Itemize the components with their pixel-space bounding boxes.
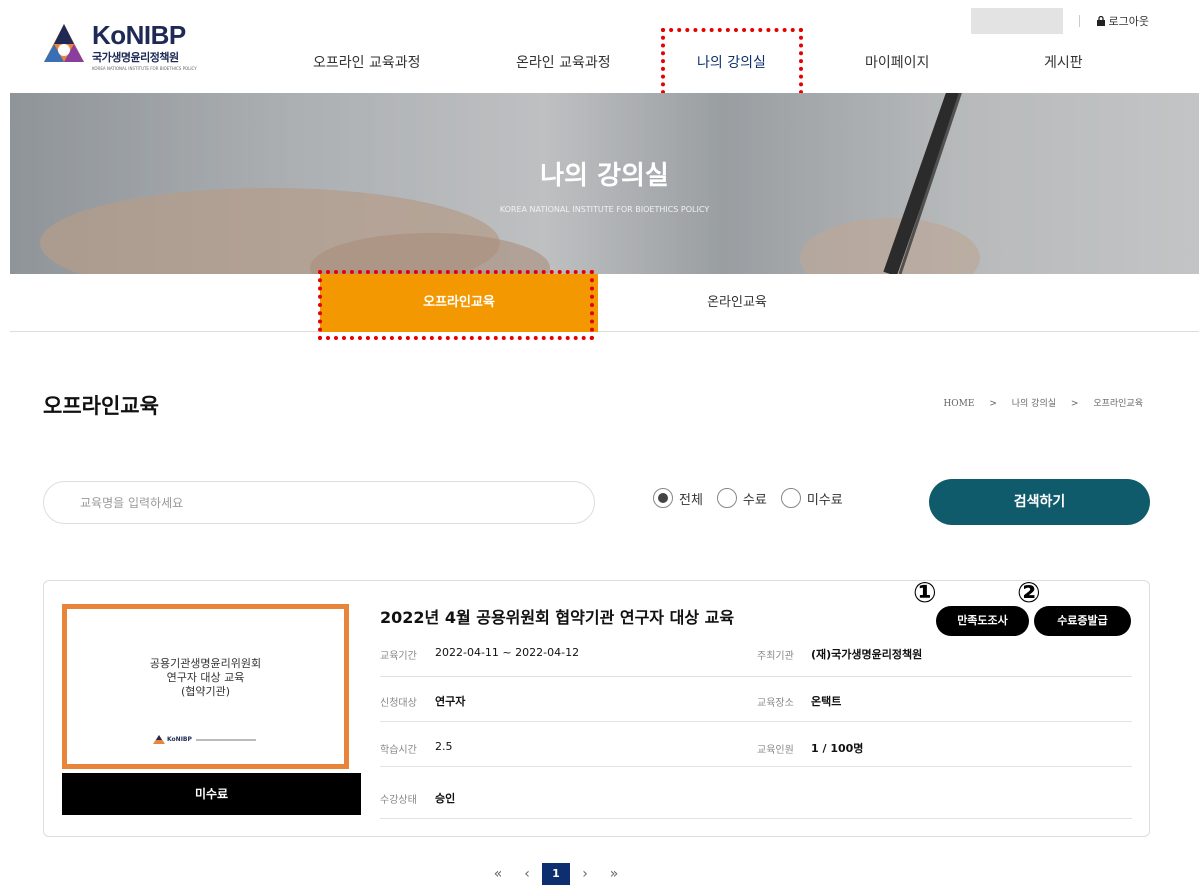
nav-board[interactable]: 게시판 bbox=[1044, 52, 1083, 72]
tab-online-education[interactable]: 온라인교육 bbox=[598, 274, 876, 332]
page-1-button[interactable]: 1 bbox=[542, 863, 570, 885]
pagination: « ‹ 1 › » bbox=[484, 863, 629, 885]
nav-offline-courses[interactable]: 오프라인 교육과정 bbox=[313, 52, 421, 72]
count-value: 1 / 100명 bbox=[811, 742, 864, 755]
target-label: 신청대상 bbox=[380, 698, 417, 709]
logout-label: 로그아웃 bbox=[1108, 15, 1149, 28]
hero-banner: 나의 강의실 KOREA NATIONAL INSTITUTE FOR BIOE… bbox=[10, 93, 1199, 274]
thumbnail-line: 공용기관생명윤리위원회 bbox=[149, 657, 262, 670]
filter-incomplete[interactable]: 미수료 bbox=[780, 488, 843, 508]
filter-all-label: 전체 bbox=[679, 492, 703, 508]
highlight-nav-box bbox=[661, 28, 803, 102]
radio-checked-icon bbox=[653, 488, 673, 508]
nav-my-page[interactable]: 마이페이지 bbox=[865, 52, 929, 72]
filter-incomplete-label: 미수료 bbox=[806, 492, 843, 508]
period-label: 교육기간 bbox=[380, 651, 417, 662]
count-label: 교육인원 bbox=[757, 745, 794, 756]
search-input[interactable]: 교육명을 입력하세요 bbox=[43, 481, 595, 524]
thumbnail-line: (협약기관) bbox=[180, 685, 231, 698]
course-thumbnail: 공용기관생명윤리위원회 연구자 대상 교육 (협약기관) KoNIBP bbox=[62, 604, 349, 769]
highlight-tab-box bbox=[318, 270, 594, 340]
radio-unchecked-icon bbox=[716, 488, 737, 508]
user-info bbox=[970, 8, 1063, 34]
main-nav: 오프라인 교육과정 온라인 교육과정 나의 강의실 마이페이지 게시판 bbox=[0, 52, 1199, 76]
divider bbox=[1078, 15, 1080, 27]
info-row: 학습시간 2.5 교육인원 1 / 100명 bbox=[380, 722, 1132, 767]
sub-tabs: 오프라인교육 온라인교육 bbox=[10, 274, 1199, 332]
last-page-button[interactable]: » bbox=[600, 863, 628, 885]
thumbnail-logo: KoNIBP bbox=[153, 735, 256, 744]
search-button[interactable]: 검색하기 bbox=[929, 479, 1150, 525]
completion-status: 미수료 bbox=[62, 773, 361, 815]
konibp-logo-icon bbox=[153, 735, 165, 744]
nav-online-courses[interactable]: 온라인 교육과정 bbox=[516, 52, 611, 72]
host-value: (재)국가생명윤리정책원 bbox=[811, 648, 923, 661]
hours-value: 2.5 bbox=[435, 740, 453, 753]
marker-1: ① bbox=[913, 576, 937, 609]
site-header: KoNIBP 국가생명윤리정책원 KOREA NATIONAL INSTITUT… bbox=[0, 0, 1199, 93]
place-value: 온택트 bbox=[811, 695, 842, 708]
prev-page-button[interactable]: ‹ bbox=[513, 863, 541, 885]
filter-all[interactable]: 전체 bbox=[653, 488, 703, 508]
thumbnail-logo-text: KoNIBP bbox=[167, 736, 192, 743]
next-page-button[interactable]: › bbox=[571, 863, 599, 885]
logo-title: KoNIBP bbox=[92, 20, 186, 50]
page-title: 오프라인교육 bbox=[43, 394, 159, 418]
period-value: 2022-04-11 ~ 2022-04-12 bbox=[435, 646, 580, 659]
top-utility: 로그아웃 bbox=[970, 8, 1149, 34]
breadcrumb-my-classroom[interactable]: 나의 강의실 bbox=[1012, 399, 1056, 409]
first-page-button[interactable]: « bbox=[484, 863, 512, 885]
course-title[interactable]: 2022년 4월 공용위원회 협약기관 연구자 대상 교육 bbox=[380, 604, 734, 628]
logout-link[interactable]: 로그아웃 bbox=[1096, 13, 1149, 29]
breadcrumb-separator: > bbox=[1070, 399, 1079, 409]
info-row: 교육기간 2022-04-11 ~ 2022-04-12 주최기관 (재)국가생… bbox=[380, 632, 1132, 677]
banner-subtitle: KOREA NATIONAL INSTITUTE FOR BIOETHICS P… bbox=[499, 205, 710, 214]
breadcrumb-home[interactable]: HOME bbox=[943, 399, 974, 409]
info-row: 신청대상 연구자 교육장소 온택트 bbox=[380, 677, 1132, 722]
thumbnail-line: 연구자 대상 교육 bbox=[166, 671, 245, 684]
filter-completed-label: 수료 bbox=[742, 492, 767, 508]
marker-2: ② bbox=[1017, 576, 1041, 609]
breadcrumb-separator: > bbox=[989, 399, 997, 409]
completion-filter: 전체 수료 미수료 bbox=[653, 488, 857, 508]
breadcrumb: HOME > 나의 강의실 > 오프라인교육 bbox=[937, 396, 1149, 409]
lock-icon bbox=[1096, 16, 1105, 26]
banner-title: 나의 강의실 bbox=[540, 161, 669, 191]
filter-completed[interactable]: 수료 bbox=[716, 488, 767, 508]
hours-label: 학습시간 bbox=[380, 745, 417, 756]
place-label: 교육장소 bbox=[757, 698, 794, 709]
breadcrumb-current: 오프라인교육 bbox=[1093, 399, 1143, 409]
radio-unchecked-icon bbox=[780, 488, 801, 508]
state-label: 수강상태 bbox=[380, 795, 417, 806]
info-row: 수강상태 승인 bbox=[380, 767, 1132, 819]
host-label: 주최기관 bbox=[757, 651, 794, 662]
target-value: 연구자 bbox=[435, 695, 466, 708]
state-value: 승인 bbox=[435, 792, 456, 805]
